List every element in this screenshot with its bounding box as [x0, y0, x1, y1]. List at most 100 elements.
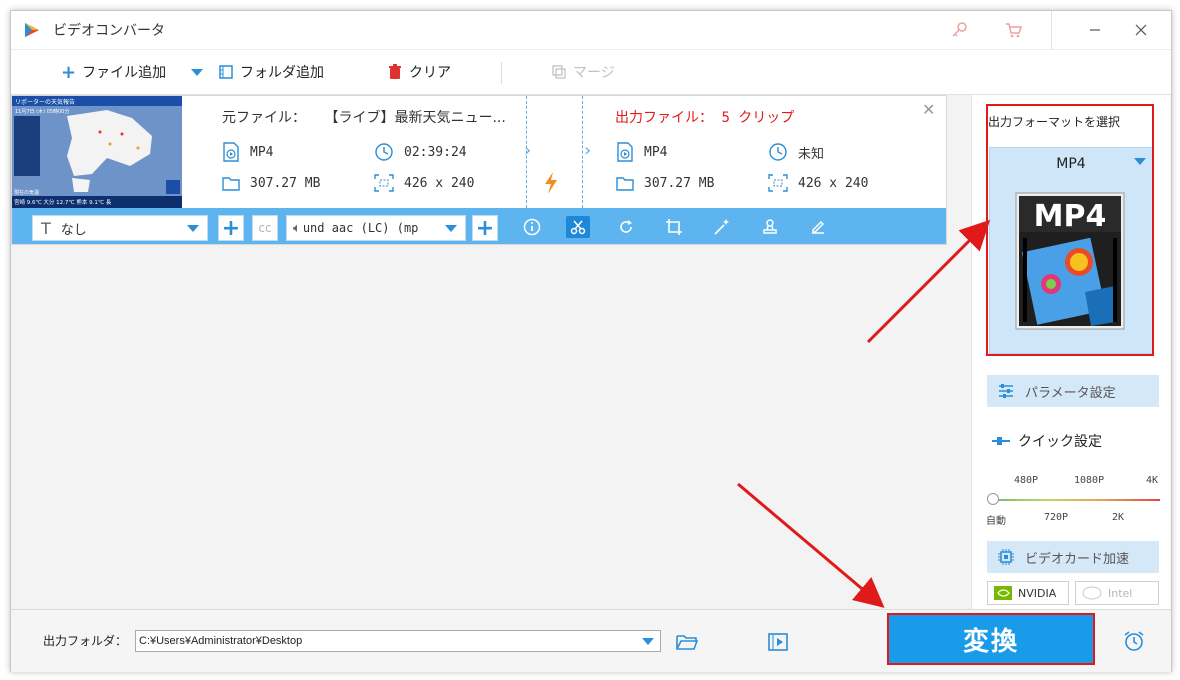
video-file-icon	[223, 142, 239, 162]
app-title: ビデオコンバータ	[53, 23, 165, 39]
source-label: 元ファイル：	[222, 110, 306, 126]
film-folder-icon	[219, 65, 233, 79]
output-label: 出力ファイル：	[615, 110, 713, 126]
cut-scissors-icon[interactable]	[566, 216, 590, 238]
add-file-button[interactable]: + ファイル追加	[61, 60, 166, 84]
chevron-down-icon	[191, 69, 203, 76]
source-duration: 02:39:24	[374, 142, 467, 162]
video-thumbnail[interactable]: リポーターの天気報告 11月7日 (木) 05時00分 現在の気温 宮崎 9.6…	[12, 96, 182, 208]
video-preview-icon[interactable]	[765, 630, 791, 654]
item-control-bar: T なし + cc 🔈︎ und aac (LC) (mp +	[12, 208, 946, 244]
speaker-icon: 🔈︎	[293, 220, 301, 236]
subtitle-select[interactable]: T なし	[32, 215, 208, 241]
audio-track-value: und aac (LC) (mp	[302, 221, 419, 235]
info-icon[interactable]	[520, 216, 544, 238]
merge-label: マージ	[573, 65, 615, 81]
crop-icon[interactable]	[662, 216, 686, 238]
text-icon: T	[41, 218, 51, 238]
param-button-label: パラメータ設定	[1025, 385, 1116, 401]
trash-icon	[389, 64, 401, 79]
edit-subtitle-pen-icon[interactable]	[806, 216, 830, 238]
audio-track-select[interactable]: 🔈︎ und aac (LC) (mp	[286, 215, 466, 241]
effects-magic-wand-icon[interactable]	[710, 216, 734, 238]
quick-settings-label: クイック設定	[1018, 434, 1102, 450]
output-resolution-text: 426 x 240	[798, 175, 869, 191]
add-folder-label: フォルダ追加	[240, 65, 324, 81]
intel-logo-icon	[1082, 586, 1102, 600]
merge-button[interactable]: マージ	[551, 60, 615, 84]
source-duration-text: 02:39:24	[404, 144, 467, 160]
folder-icon	[222, 177, 240, 191]
clear-button[interactable]: クリア	[387, 60, 451, 84]
add-file-label: ファイル追加	[82, 65, 167, 81]
parameter-settings-button[interactable]: パラメータ設定	[987, 375, 1159, 407]
quality-slider-handle[interactable]	[987, 493, 999, 505]
slider-line-icon	[992, 437, 1010, 445]
alarm-clock-icon[interactable]	[1121, 628, 1147, 654]
remove-item-close-icon[interactable]: ✕	[922, 100, 935, 119]
bottom-bar: 出力フォルダ： C:¥Users¥Administrator¥Desktop 変…	[11, 609, 1171, 672]
file-list: リポーターの天気報告 11月7日 (木) 05時00分 現在の気温 宮崎 9.6…	[11, 95, 969, 609]
merge-icon	[552, 65, 566, 79]
resolution-icon	[768, 174, 788, 192]
add-file-dropdown[interactable]	[191, 60, 203, 84]
clock-icon	[769, 143, 787, 161]
chevron-down-icon[interactable]	[642, 638, 654, 645]
open-folder-icon[interactable]	[674, 630, 700, 654]
clock-icon	[375, 143, 393, 161]
app-logo-icon	[25, 23, 39, 37]
intel-label: Intel	[1108, 586, 1133, 600]
lightning-icon	[545, 172, 557, 194]
source-size-text: 307.27 MB	[250, 175, 321, 191]
output-resolution: 426 x 240	[768, 174, 868, 192]
chevron-down-icon	[187, 225, 199, 232]
add-folder-button[interactable]: フォルダ追加	[218, 60, 324, 84]
sliders-icon	[999, 384, 1013, 398]
minimize-icon[interactable]	[1081, 17, 1109, 43]
output-size: 307.27 MB	[616, 174, 714, 192]
nvidia-badge[interactable]: NVIDIA	[987, 581, 1069, 605]
output-duration: 未知	[768, 142, 824, 162]
intel-badge[interactable]: Intel	[1075, 581, 1159, 605]
output-name-text: 5 クリップ	[721, 110, 795, 126]
source-size: 307.27 MB	[222, 174, 320, 192]
convert-button[interactable]: 変換	[887, 613, 1095, 665]
gpu-acceleration-button[interactable]: ビデオカード加速	[987, 541, 1159, 573]
add-audio-button[interactable]: +	[472, 215, 498, 241]
key-icon[interactable]	[945, 17, 973, 43]
source-name-text: 【ライブ】最新天気ニュー...	[324, 110, 506, 126]
output-file-name[interactable]: 出力ファイル： 5 クリップ	[615, 107, 794, 127]
thumbnail-date: 11月7日 (木) 05時00分	[15, 108, 69, 115]
cart-icon[interactable]	[999, 17, 1027, 43]
source-resolution: 426 x 240	[374, 174, 474, 192]
format-highlight-box	[986, 104, 1154, 356]
source-format: MP4	[222, 142, 273, 162]
dashed-divider-right	[582, 96, 583, 208]
chevron-down-icon	[445, 225, 457, 232]
source-format-text: MP4	[250, 144, 274, 160]
titlebar-divider	[1051, 11, 1052, 49]
output-folder-label: 出力フォルダ：	[43, 634, 128, 648]
resolution-icon	[374, 174, 394, 192]
thumbnail-footer-line: 宮崎 9.6℃ 大分 12.7℃ 熊本 9.1℃ 長	[14, 198, 112, 206]
quality-slider-track[interactable]	[992, 499, 1160, 501]
source-file-name: 元ファイル： 【ライブ】最新天気ニュー...	[222, 107, 506, 127]
thumbnail-header: リポーターの天気報告	[15, 98, 75, 106]
chevron-right-icon: ›	[524, 140, 532, 161]
output-format-text: MP4	[644, 144, 668, 160]
tick-1080p: 1080P	[1074, 475, 1105, 486]
subtitle-value: なし	[60, 222, 87, 238]
output-folder-input[interactable]: C:¥Users¥Administrator¥Desktop	[135, 630, 661, 652]
output-format: MP4	[616, 142, 667, 162]
file-item-card[interactable]: リポーターの天気報告 11月7日 (木) 05時00分 現在の気温 宮崎 9.6…	[11, 95, 947, 245]
rotate-icon[interactable]	[614, 216, 638, 238]
tick-2k: 2K	[1112, 512, 1125, 523]
output-size-text: 307.27 MB	[644, 175, 715, 191]
clear-label: クリア	[409, 65, 451, 81]
plus-icon: +	[61, 61, 77, 83]
add-subtitle-button[interactable]: +	[218, 215, 244, 241]
chevron-right-icon: ›	[584, 140, 592, 161]
watermark-stamp-icon[interactable]	[758, 216, 782, 238]
subtitle-settings-cc-icon[interactable]: cc	[252, 215, 278, 241]
close-icon[interactable]	[1127, 17, 1155, 43]
